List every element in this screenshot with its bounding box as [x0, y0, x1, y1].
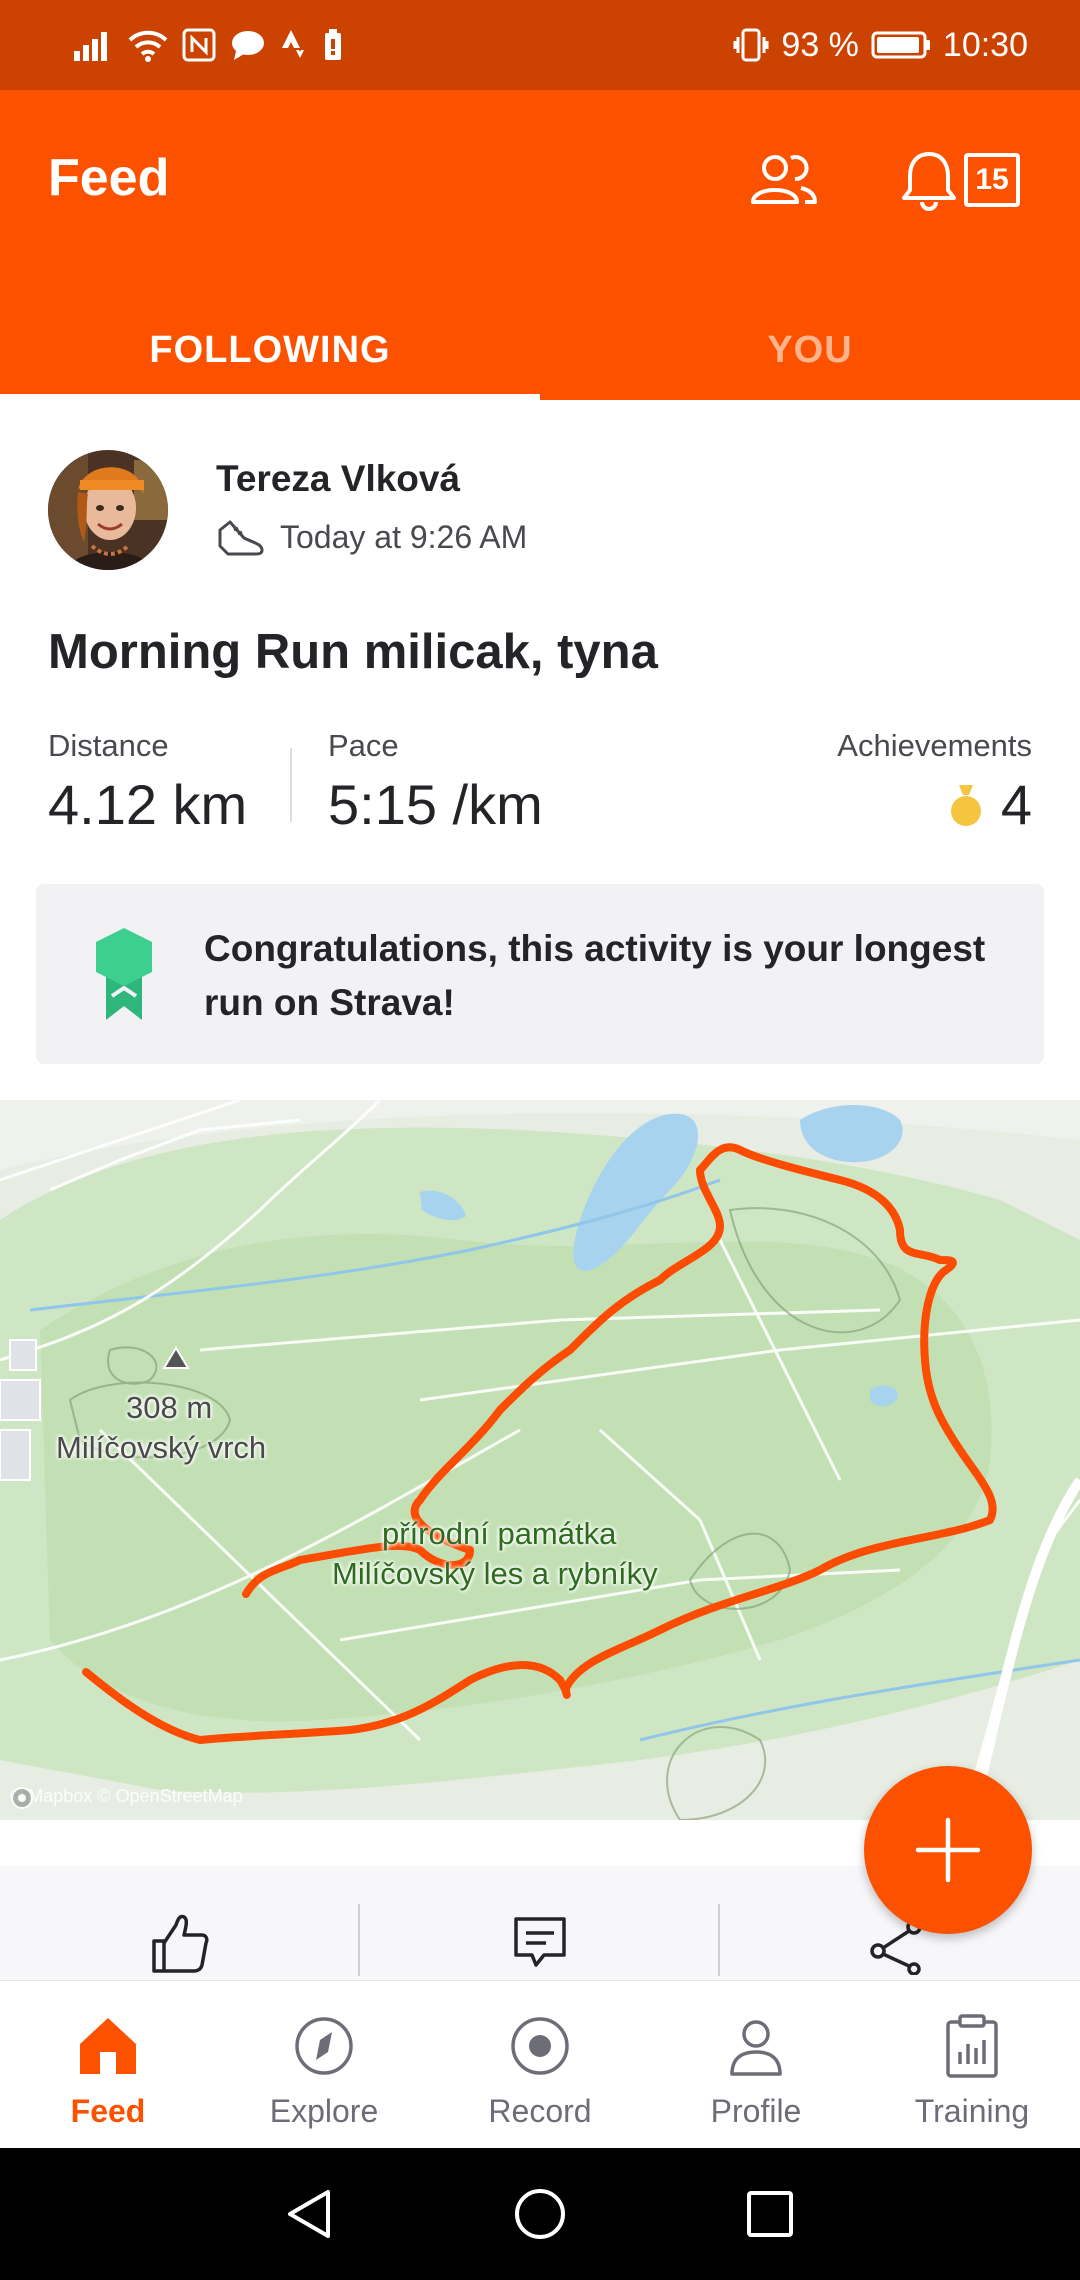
peak-elevation-label: 308 m: [126, 1390, 213, 1425]
mapbox-logo-icon: [11, 1787, 33, 1809]
friends-button[interactable]: [742, 142, 826, 218]
plus-icon: [915, 1817, 981, 1883]
signal-icon: [74, 29, 114, 61]
nav-record[interactable]: Record: [432, 1981, 648, 2148]
nature-reserve-label-line2: Milíčovský les a rybníky: [332, 1556, 658, 1591]
kudos-icon: [152, 1914, 209, 1973]
system-home-button[interactable]: [508, 2182, 572, 2246]
activity-title[interactable]: Morning Run milicak, tyna: [48, 624, 658, 680]
profile-icon: [730, 2020, 782, 2076]
system-navigation-bar: [0, 2148, 1080, 2280]
app-bar: Feed 15 FOLLOWING YOU: [0, 90, 1080, 400]
achievement-banner[interactable]: Congratulations, this activity is your l…: [36, 884, 1044, 1064]
nav-feed-label: Feed: [70, 2093, 146, 2129]
stat-pace: Pace 5:15 /km: [328, 728, 543, 837]
home-circle-icon: [515, 2189, 565, 2239]
nav-training[interactable]: Training: [864, 1981, 1080, 2148]
stat-distance: Distance 4.12 km: [48, 728, 247, 837]
system-back-button[interactable]: [278, 2182, 342, 2246]
action-divider: [358, 1904, 360, 1976]
wifi-icon: [128, 28, 168, 62]
distance-label: Distance: [48, 728, 169, 763]
nav-profile[interactable]: Profile: [648, 1981, 864, 2148]
battery-icon: [871, 30, 931, 60]
nav-explore[interactable]: Explore: [216, 1981, 432, 2148]
status-icons-right: 93 % 10:30: [733, 22, 1028, 68]
home-icon: [80, 2018, 136, 2074]
comment-icon: [514, 1917, 566, 1967]
stat-achievements: Achievements 4: [837, 728, 1032, 837]
activity-meta: Today at 9:26 AM: [216, 518, 527, 556]
notifications-button[interactable]: 15: [900, 140, 1040, 220]
nfc-icon: [182, 28, 216, 62]
achievements-value-row: 4: [837, 772, 1032, 837]
nature-reserve-label-line1: přírodní památka: [382, 1516, 617, 1551]
bell-icon: [902, 152, 956, 211]
message-icon: [230, 29, 266, 61]
nav-training-label: Training: [914, 2093, 1030, 2129]
vibrate-icon: [733, 28, 769, 62]
tab-you[interactable]: YOU: [540, 300, 1080, 400]
map-attribution-text: © Mapbox © OpenStreetMap: [10, 1786, 243, 1806]
status-icons-left: [74, 22, 344, 68]
battery-saver-icon: [322, 28, 344, 62]
peak-name-label: Milíčovský vrch: [56, 1430, 267, 1465]
clock: 10:30: [942, 25, 1028, 64]
recents-square-icon: [747, 2191, 793, 2237]
feed-tabs: FOLLOWING YOU: [0, 300, 1080, 400]
notification-count-badge: 15: [964, 153, 1020, 207]
kudos-button[interactable]: [140, 1906, 220, 1980]
battery-percent: 93 %: [781, 25, 859, 64]
distance-value: 4.12 km: [48, 773, 248, 836]
achievements-label: Achievements: [837, 728, 1032, 763]
strava-icon: [280, 28, 308, 62]
pace-value: 5:15 /km: [328, 773, 543, 836]
activity-map[interactable]: 308 m Milíčovský vrch přírodní památka M…: [0, 1100, 1080, 1820]
status-bar: 93 % 10:30: [0, 0, 1080, 90]
shoe-icon: [218, 520, 264, 556]
friends-icon: [751, 155, 817, 204]
nav-explore-label: Explore: [269, 2093, 379, 2129]
compass-icon: [295, 2017, 353, 2075]
back-triangle-icon: [288, 2190, 330, 2238]
nav-profile-label: Profile: [710, 2093, 802, 2129]
achievements-count: 4: [1000, 773, 1032, 836]
bottom-nav: Feed Explore Record Profile Training: [0, 1980, 1080, 2148]
map-attribution: © Mapbox © OpenStreetMap: [10, 1786, 243, 1809]
action-divider: [718, 1904, 720, 1976]
nav-feed[interactable]: Feed: [0, 1981, 216, 2148]
page-title: Feed: [48, 149, 170, 207]
athlete-name[interactable]: Tereza Vlková: [216, 458, 460, 500]
pace-label: Pace: [328, 728, 399, 763]
tab-following[interactable]: FOLLOWING: [0, 300, 540, 400]
achievement-banner-text: Congratulations, this activity is your l…: [204, 928, 986, 1023]
system-recents-button[interactable]: [738, 2182, 802, 2246]
add-post-button[interactable]: [864, 1766, 1032, 1934]
stat-divider: [290, 748, 292, 822]
avatar[interactable]: [48, 450, 168, 570]
activity-timestamp: Today at 9:26 AM: [280, 518, 528, 555]
ribbon-icon: [96, 928, 152, 1020]
nav-record-label: Record: [488, 2093, 592, 2129]
medal-icon: [950, 784, 981, 826]
record-icon: [511, 2017, 569, 2075]
training-icon: [946, 2014, 998, 2078]
comment-button[interactable]: [500, 1906, 580, 1980]
